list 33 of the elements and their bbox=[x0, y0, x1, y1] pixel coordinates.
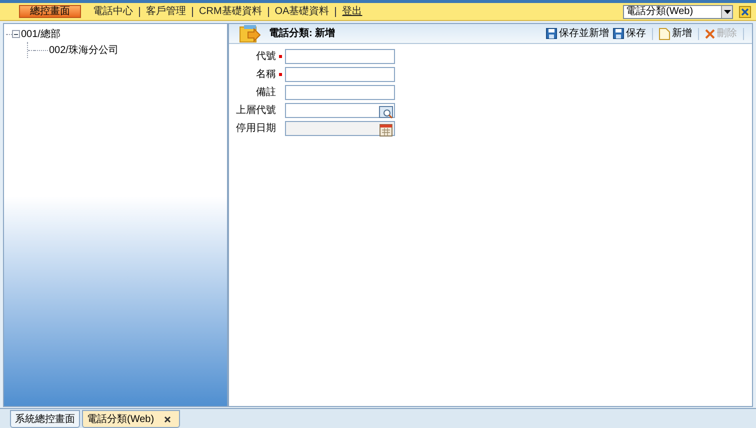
folder-arrow-icon bbox=[239, 24, 261, 44]
input-field[interactable] bbox=[285, 67, 395, 82]
menu-item[interactable]: 客戶管理 bbox=[146, 4, 186, 19]
calendar-icon[interactable] bbox=[379, 123, 393, 137]
form-title: 電話分類: 新增 bbox=[269, 26, 336, 41]
field-label: 名稱 bbox=[255, 68, 276, 82]
tab[interactable]: 電話分類(Web) bbox=[82, 410, 180, 428]
tab[interactable]: 系統總控畫面 bbox=[10, 410, 80, 428]
input-field[interactable] bbox=[285, 49, 395, 64]
tree-item[interactable]: 002/珠海分公司 bbox=[48, 42, 120, 58]
input-field[interactable] bbox=[285, 121, 395, 136]
lookup-icon[interactable] bbox=[379, 105, 393, 119]
toolbar-button[interactable]: 保存 bbox=[611, 26, 648, 41]
tree-item[interactable]: 001/總部 bbox=[20, 26, 62, 42]
input-field[interactable] bbox=[285, 85, 395, 100]
toolbar-button[interactable]: 新增 bbox=[657, 26, 694, 41]
logout-link[interactable]: 登出 bbox=[342, 4, 362, 19]
input-field[interactable] bbox=[285, 103, 395, 118]
field-label: 備註 bbox=[255, 86, 276, 100]
collapse-icon[interactable] bbox=[12, 30, 20, 38]
close-button[interactable] bbox=[739, 6, 751, 18]
field-label: 上層代號 bbox=[235, 104, 276, 118]
close-icon[interactable] bbox=[164, 416, 172, 422]
field-label: 代號 bbox=[255, 50, 276, 64]
close-icon bbox=[705, 28, 715, 38]
toolbar-button[interactable]: 保存並新增 bbox=[544, 26, 611, 41]
menu-item[interactable]: OA基礎資料 bbox=[274, 4, 330, 19]
field-label: 停用日期 bbox=[235, 122, 276, 136]
menu-item[interactable]: CRM基礎資料 bbox=[199, 4, 262, 19]
menu-item[interactable]: 電話中心 bbox=[93, 4, 133, 19]
module-select[interactable]: 電話分類(Web) bbox=[623, 4, 733, 18]
page-icon bbox=[659, 28, 670, 40]
home-button[interactable]: 總控畫面 bbox=[19, 5, 81, 18]
